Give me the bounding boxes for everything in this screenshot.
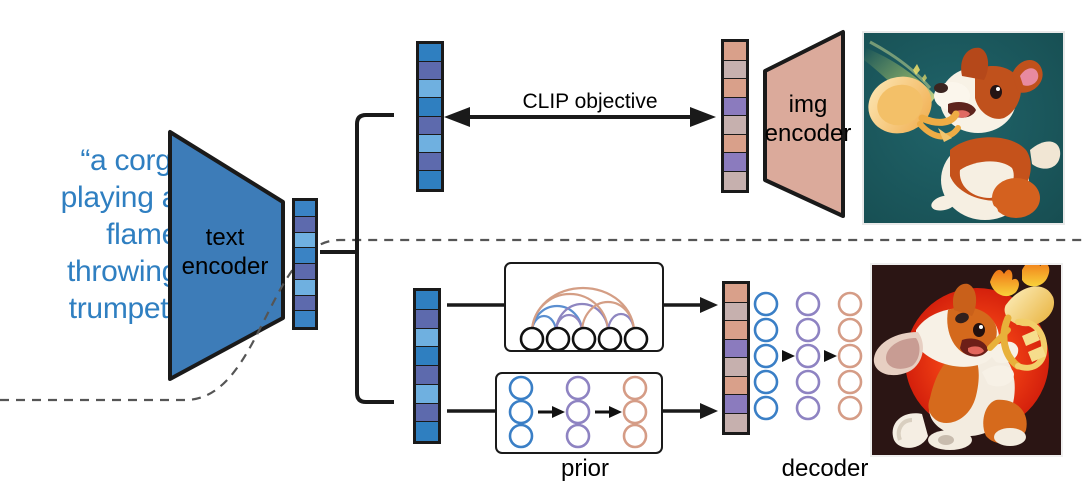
- decoder-caption: decoder: [781, 455, 869, 482]
- text-embedding-branch-bracket-lower: [355, 252, 394, 404]
- embedding-cell: [725, 321, 747, 340]
- embedding-cell: [295, 216, 315, 233]
- text-encoder-shape: [168, 130, 285, 381]
- embedding-cell: [416, 422, 438, 441]
- image-embedding-vector-clip: [721, 39, 749, 193]
- embedding-cell: [724, 116, 746, 135]
- autoregressive-prior-box[interactable]: [504, 262, 664, 352]
- embedding-cell: [416, 328, 438, 348]
- embedding-cell: [295, 248, 315, 264]
- embedding-cell: [416, 291, 438, 310]
- embedding-cell: [295, 311, 315, 327]
- embedding-cell: [724, 79, 746, 98]
- embedding-cell: [419, 152, 441, 171]
- img-encoder-shape: [763, 30, 845, 218]
- prior-caption: prior: [560, 455, 609, 482]
- text-embedding-vector-prior: [413, 288, 441, 444]
- embedding-cell: [416, 309, 438, 329]
- arrow-diffusion-prior-to-embedding-head: [700, 403, 718, 419]
- decoder-contents: [753, 291, 863, 421]
- embedding-cell: [419, 80, 441, 99]
- embedding-cell: [295, 264, 315, 280]
- embedding-cell: [725, 376, 747, 395]
- embedding-cell: [419, 170, 441, 189]
- embedding-cell: [416, 384, 438, 404]
- embedding-cell: [724, 60, 746, 79]
- clip-objective-arrow-head-left: [444, 107, 470, 127]
- text-embedding-vector-small: [292, 198, 318, 330]
- embedding-cell: [725, 413, 747, 432]
- embedding-cell: [724, 153, 746, 172]
- unclip-architecture-diagram: “a corgi playing a flame throwing trumpe…: [0, 0, 1087, 502]
- embedding-cell: [419, 62, 441, 81]
- embedding-cell: [725, 339, 747, 358]
- embedding-cell: [419, 98, 441, 117]
- embedding-cell: [725, 358, 747, 377]
- embedding-cell: [416, 347, 438, 366]
- embedding-cell: [419, 116, 441, 135]
- embedding-cell: [724, 42, 746, 61]
- embedding-cell: [725, 302, 747, 321]
- embedding-cell: [419, 134, 441, 153]
- clip-objective-label: CLIP objective: [522, 90, 658, 113]
- embedding-cell: [419, 44, 441, 63]
- arrow-ar-prior-to-embedding-head: [700, 297, 718, 313]
- embedding-cell: [416, 366, 438, 385]
- embedding-cell: [724, 171, 746, 190]
- text-embedding-branch-bracket: [320, 113, 394, 254]
- embedding-cell: [295, 201, 315, 217]
- top-generated-image: [862, 31, 1065, 225]
- embedding-cell: [295, 295, 315, 312]
- embedding-cell: [725, 395, 747, 414]
- diffusion-prior-box[interactable]: [495, 372, 663, 454]
- embedding-cell: [295, 232, 315, 249]
- image-embedding-vector-decoder: [722, 281, 750, 435]
- text-embedding-vector-clip: [416, 41, 444, 192]
- embedding-cell: [725, 284, 747, 303]
- embedding-cell: [724, 134, 746, 153]
- bottom-generated-image: [870, 263, 1063, 457]
- embedding-cell: [724, 97, 746, 116]
- embedding-cell: [416, 403, 438, 423]
- embedding-cell: [295, 279, 315, 296]
